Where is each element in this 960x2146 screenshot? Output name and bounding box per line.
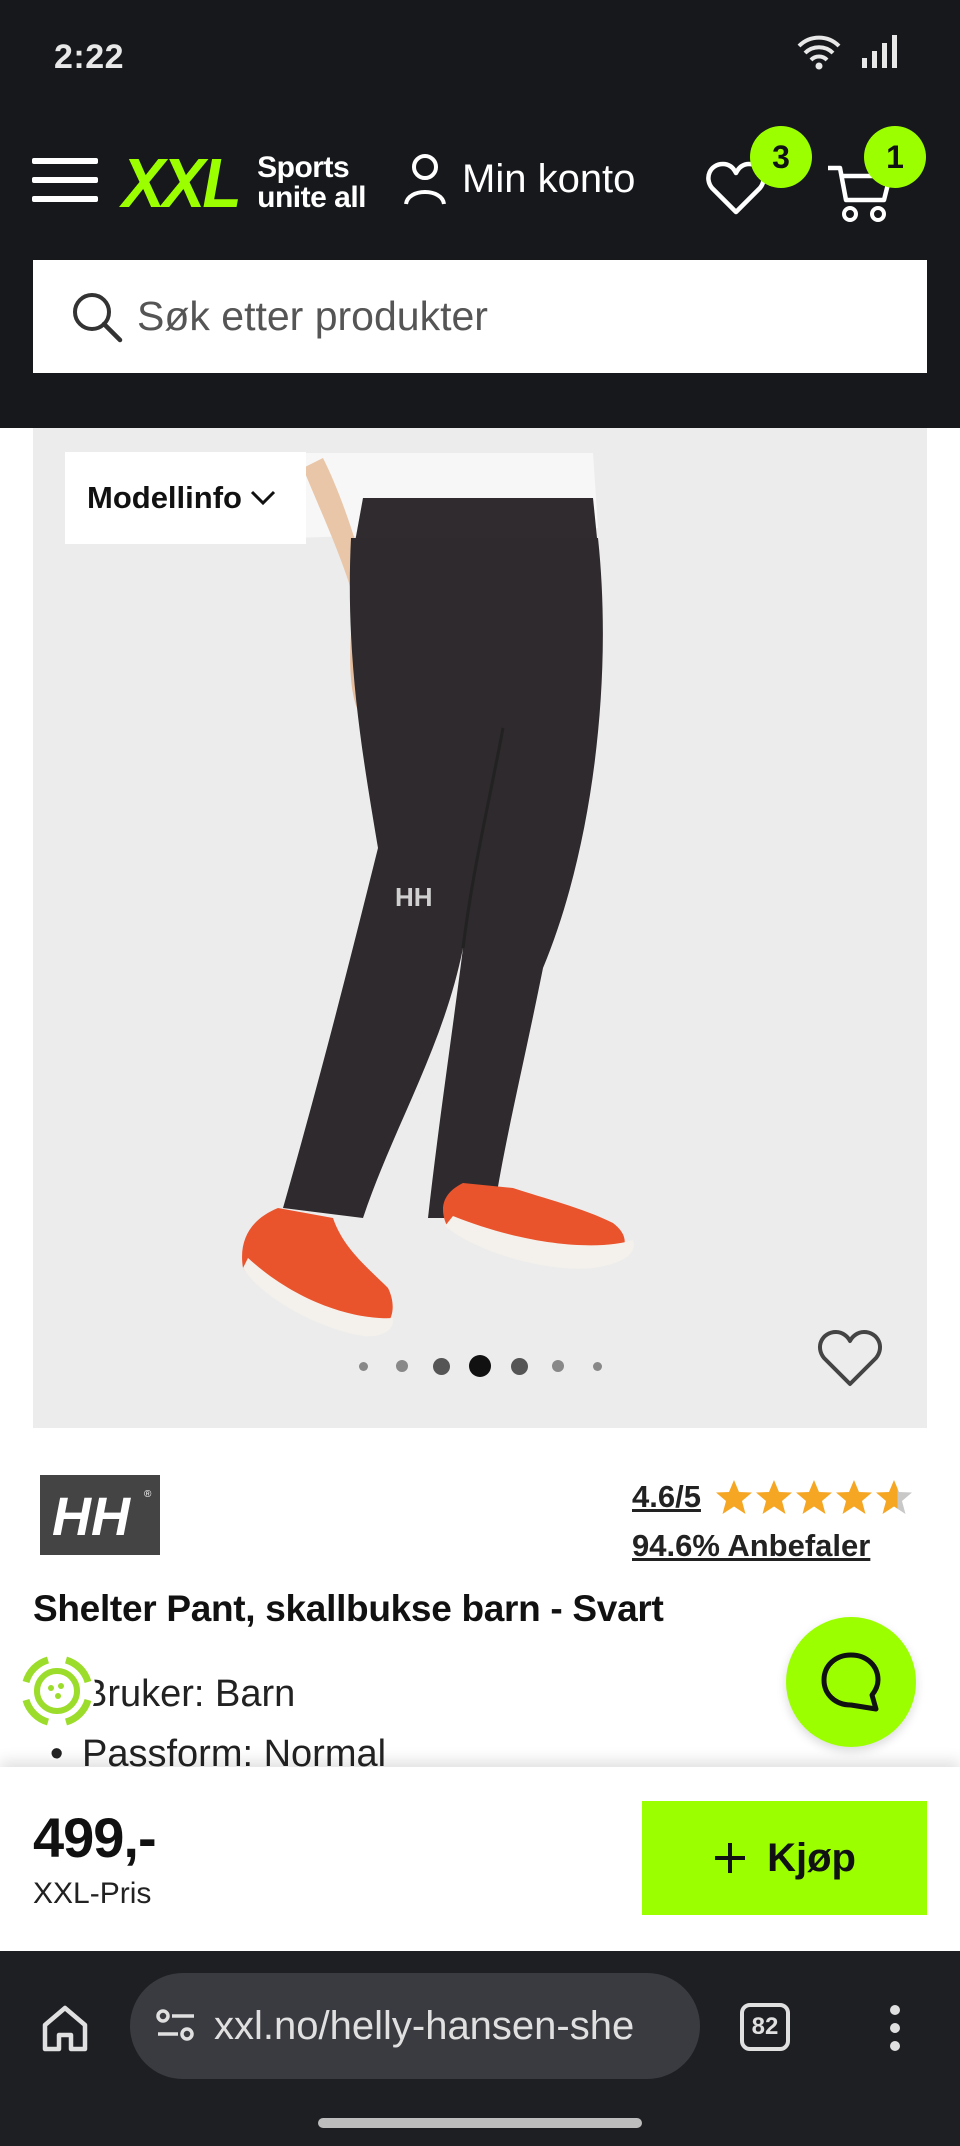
- star-icon: [795, 1480, 832, 1514]
- site-settings-icon[interactable]: [154, 2006, 198, 2046]
- buy-label: Kjøp: [767, 1835, 856, 1880]
- model-info-dropdown[interactable]: Modellinfo: [65, 452, 306, 544]
- page: 2:22 XXL Sports unite all Min konto 3 1 …: [0, 0, 960, 2146]
- pagination-dot[interactable]: [510, 1357, 528, 1375]
- sustainability-icon[interactable]: [18, 1652, 96, 1730]
- search-bar[interactable]: [33, 260, 927, 373]
- price: 499,-: [33, 1806, 157, 1869]
- plus-icon: [715, 1843, 746, 1873]
- svg-text:HH: HH: [395, 882, 433, 912]
- cart-count-badge: 1: [864, 126, 926, 188]
- rating-summary[interactable]: 4.6/5: [632, 1479, 913, 1515]
- pagination-dot[interactable]: [358, 1361, 368, 1371]
- star-icon: [755, 1480, 792, 1514]
- chat-button[interactable]: [786, 1617, 916, 1747]
- heart-icon: [818, 1330, 882, 1386]
- menu-icon[interactable]: [32, 154, 98, 206]
- star-icon: [715, 1480, 752, 1514]
- pagination-dot[interactable]: [469, 1355, 491, 1377]
- product-image-gallery[interactable]: HH Modellinfo: [33, 428, 927, 1428]
- more-options-icon[interactable]: [888, 2003, 902, 2053]
- site-logo[interactable]: XXL Sports unite all: [122, 148, 366, 218]
- logo-wordmark: XXL: [122, 144, 242, 222]
- model-info-label: Modellinfo: [87, 480, 242, 515]
- price-label: XXL-Pris: [33, 1877, 152, 1910]
- signal-icon: [862, 35, 897, 68]
- product-image: HH: [242, 453, 634, 1337]
- tab-switcher-button[interactable]: 82: [740, 2003, 790, 2051]
- rating-score[interactable]: 4.6/5: [632, 1479, 701, 1515]
- svg-text:HH: HH: [52, 1487, 131, 1547]
- status-bar: 2:22: [0, 0, 960, 110]
- browser-toolbar: xxl.no/helly-hansen-she 82: [0, 1951, 960, 2146]
- site-header: XXL Sports unite all Min konto 3 1 Søk e…: [0, 110, 960, 428]
- search-input[interactable]: [137, 293, 917, 340]
- home-icon[interactable]: [40, 2003, 90, 2053]
- url-text[interactable]: xxl.no/helly-hansen-she: [214, 2004, 674, 2049]
- brand-logo[interactable]: HH ®: [40, 1475, 160, 1555]
- wishlist-count-badge: 3: [750, 126, 812, 188]
- url-bar[interactable]: xxl.no/helly-hansen-she: [130, 1973, 700, 2079]
- account-label: Min konto: [462, 156, 636, 201]
- pagination-dot[interactable]: [432, 1357, 450, 1375]
- search-icon: [73, 292, 123, 342]
- pagination-dot[interactable]: [552, 1360, 564, 1372]
- status-icons: [796, 34, 900, 70]
- gallery-pagination[interactable]: [33, 1346, 927, 1386]
- purchase-bar: 499,- XXL-Pris Kjøp: [0, 1767, 960, 1951]
- pagination-dot[interactable]: [396, 1360, 408, 1372]
- buy-button[interactable]: Kjøp: [642, 1801, 927, 1915]
- product-title: Shelter Pant, skallbukse barn - Svart: [33, 1588, 664, 1629]
- wifi-icon: [797, 35, 841, 70]
- logo-tagline: Sports unite all: [257, 151, 366, 214]
- gesture-navigation-bar[interactable]: [318, 2118, 642, 2128]
- status-time: 2:22: [54, 38, 125, 76]
- chat-icon: [821, 1652, 881, 1712]
- feature-item: Bruker: Barn: [50, 1668, 386, 1728]
- user-icon: [404, 154, 446, 205]
- svg-text:®: ®: [144, 1489, 152, 1500]
- account-link[interactable]: Min konto: [402, 152, 635, 206]
- star-rating: [715, 1479, 913, 1515]
- star-icon: [835, 1480, 872, 1514]
- chevron-down-icon: [250, 490, 276, 506]
- recommend-percentage[interactable]: 94.6% Anbefaler: [632, 1528, 870, 1564]
- add-to-wishlist-button[interactable]: [817, 1328, 883, 1388]
- pagination-dot[interactable]: [592, 1361, 602, 1371]
- star-icon: [875, 1480, 912, 1514]
